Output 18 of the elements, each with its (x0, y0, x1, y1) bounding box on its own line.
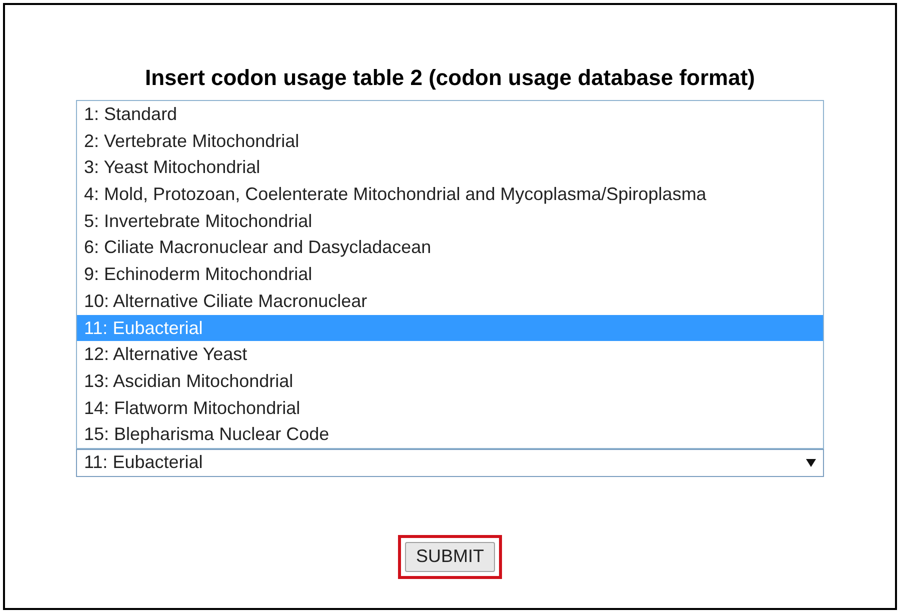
list-option[interactable]: 15: Blepharisma Nuclear Code (77, 421, 823, 448)
list-option[interactable]: 9: Echinoderm Mitochondrial (77, 261, 823, 288)
page-title: Insert codon usage table 2 (codon usage database format) (144, 64, 756, 92)
caret-icon (806, 458, 816, 467)
list-option[interactable]: 4: Mold, Protozoan, Coelenterate Mitochondrial and Mycoplasma/Spiroplasma (77, 181, 823, 208)
list-option[interactable]: 1: Standard (77, 101, 823, 128)
list-option[interactable]: 5: Invertebrate Mitochondrial (77, 208, 823, 234)
list-option[interactable]: 14: Flatworm Mitochondrial (77, 394, 823, 422)
codon-table-dropdown[interactable]: 11: Eubacterial (76, 448, 824, 477)
codon-table-listbox[interactable] (76, 100, 824, 449)
list-option[interactable]: 3: Yeast Mitochondrial (77, 154, 823, 182)
list-option[interactable]: 2: Vertebrate Mitochondrial (77, 128, 823, 154)
dropdown-value: 11: Eubacterial (84, 451, 203, 474)
list-option[interactable]: 13: Ascidian Mitochondrial (77, 368, 823, 395)
submit-button[interactable]: SUBMIT (404, 542, 495, 572)
list-option[interactable]: 10: Alternative Ciliate Macronuclear (77, 288, 823, 314)
list-option[interactable]: 12: Alternative Yeast (77, 341, 823, 368)
list-option[interactable]: 6: Ciliate Macronuclear and Dasycladacean (77, 234, 823, 262)
